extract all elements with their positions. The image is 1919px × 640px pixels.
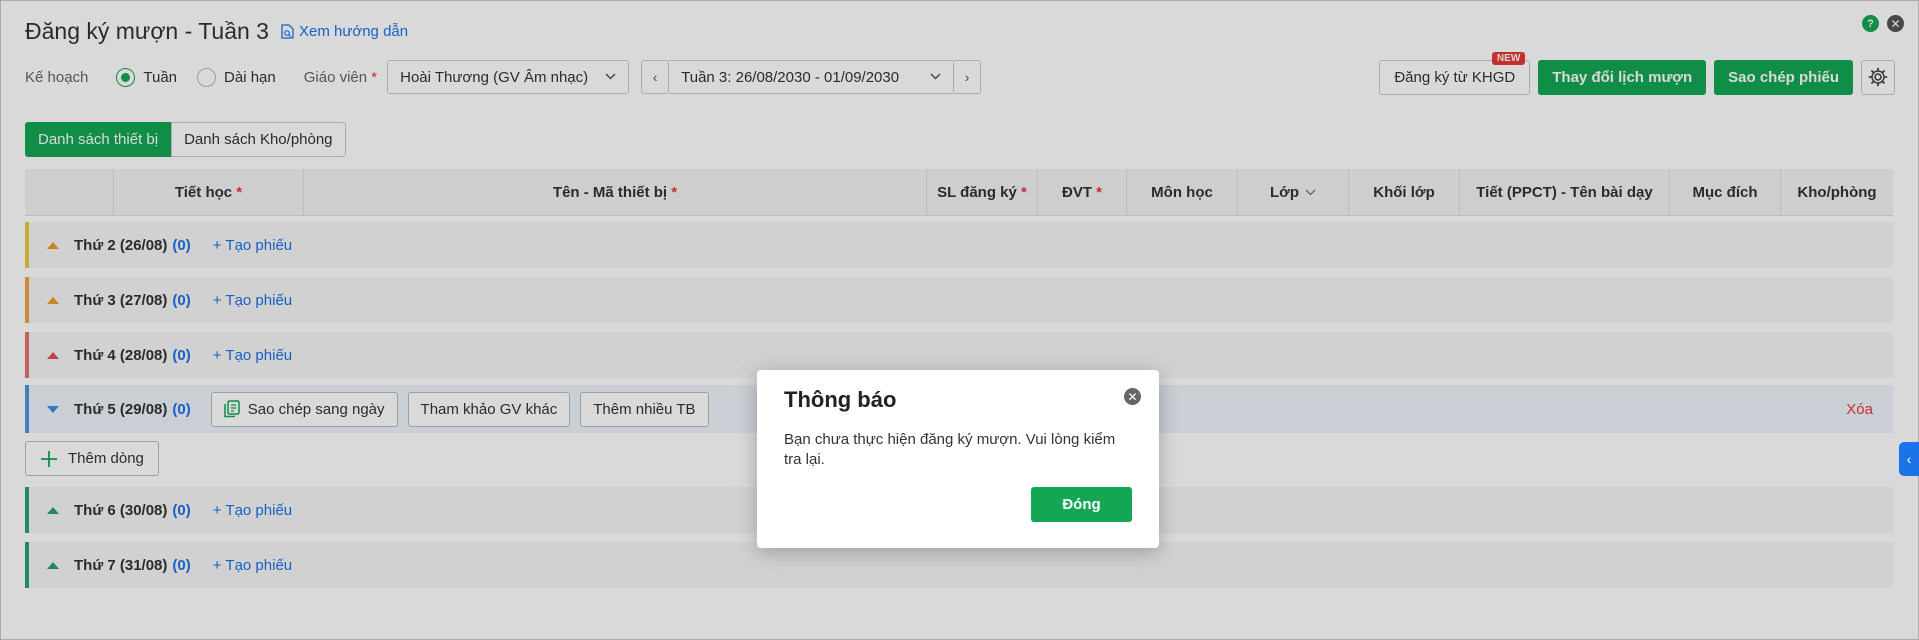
close-icon[interactable]: ✕ bbox=[1124, 388, 1141, 405]
notification-dialog: Thông báo ✕ Bạn chưa thực hiện đăng ký m… bbox=[757, 370, 1159, 548]
dialog-message: Bạn chưa thực hiện đăng ký mượn. Vui lòn… bbox=[784, 431, 1116, 468]
chevron-left-icon: ‹ bbox=[1906, 451, 1912, 467]
side-panel-toggle[interactable]: ‹ bbox=[1899, 442, 1919, 476]
close-dialog-button[interactable]: Đóng bbox=[1031, 487, 1132, 522]
dialog-title: Thông báo bbox=[784, 387, 897, 412]
